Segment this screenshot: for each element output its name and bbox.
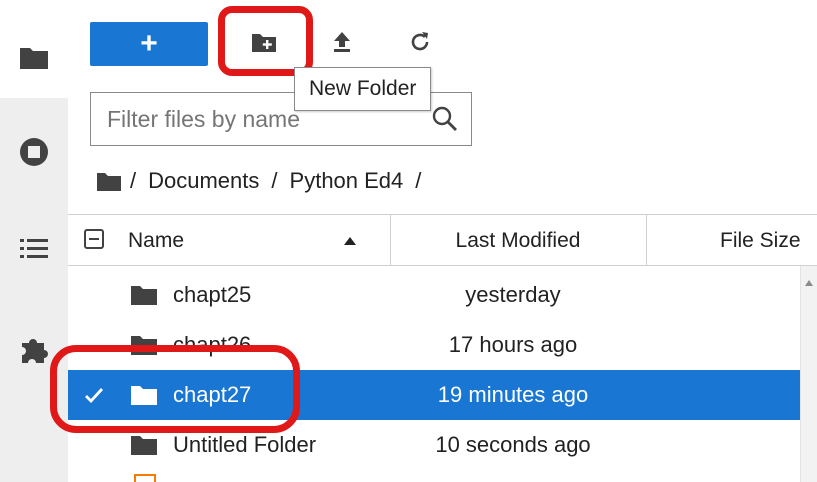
list-icon[interactable] <box>17 232 51 266</box>
folder-icon[interactable] <box>17 40 51 74</box>
new-folder-tooltip: New Folder <box>294 67 432 111</box>
stop-circle-icon[interactable] <box>17 135 51 169</box>
breadcrumb: / Documents / Python Ed4 / <box>96 165 421 197</box>
column-file-size[interactable]: File Size <box>720 215 801 265</box>
column-last-modified[interactable]: Last Modified <box>378 215 658 265</box>
annotation-highlight-chapt27 <box>50 345 300 433</box>
file-name: chapt25 <box>173 282 252 307</box>
breadcrumb-documents[interactable]: Documents <box>148 168 259 194</box>
breadcrumb-python-ed4[interactable]: Python Ed4 <box>290 168 404 194</box>
breadcrumb-sep: / <box>130 168 137 193</box>
refresh-icon <box>409 31 431 58</box>
refresh-button[interactable] <box>400 26 440 62</box>
home-folder-icon[interactable] <box>96 170 122 192</box>
file-modified: 17 hours ago <box>448 332 578 357</box>
upload-icon <box>332 31 352 58</box>
new-launcher-label: + <box>140 27 158 60</box>
file-modified: 19 minutes ago <box>437 382 589 407</box>
upload-button[interactable] <box>322 26 362 62</box>
search-icon <box>431 105 459 133</box>
new-launcher-button[interactable]: + <box>90 22 208 66</box>
column-divider[interactable] <box>646 215 647 265</box>
scroll-up-icon[interactable] <box>804 274 814 292</box>
select-all-checkbox[interactable] <box>84 229 104 249</box>
folder-icon <box>130 433 158 457</box>
puzzle-icon[interactable] <box>17 332 51 366</box>
file-modified: 10 seconds ago <box>435 432 591 457</box>
file-modified: yesterday <box>465 282 561 307</box>
sort-ascending-icon <box>343 233 357 251</box>
folder-icon <box>130 283 158 307</box>
breadcrumb-sep: / <box>415 168 422 193</box>
breadcrumb-sep: / <box>271 168 278 193</box>
file-icon-partial <box>134 474 156 482</box>
file-list-header: Name Last Modified File Size <box>68 214 817 266</box>
file-browser-panel: + New Folder / Documents / Python Ed4 <box>50 0 817 482</box>
file-row[interactable]: chapt25 yesterday <box>68 270 800 320</box>
column-name[interactable]: Name <box>128 215 184 265</box>
annotation-highlight-new-folder <box>218 6 313 76</box>
scrollbar[interactable] <box>800 266 817 482</box>
